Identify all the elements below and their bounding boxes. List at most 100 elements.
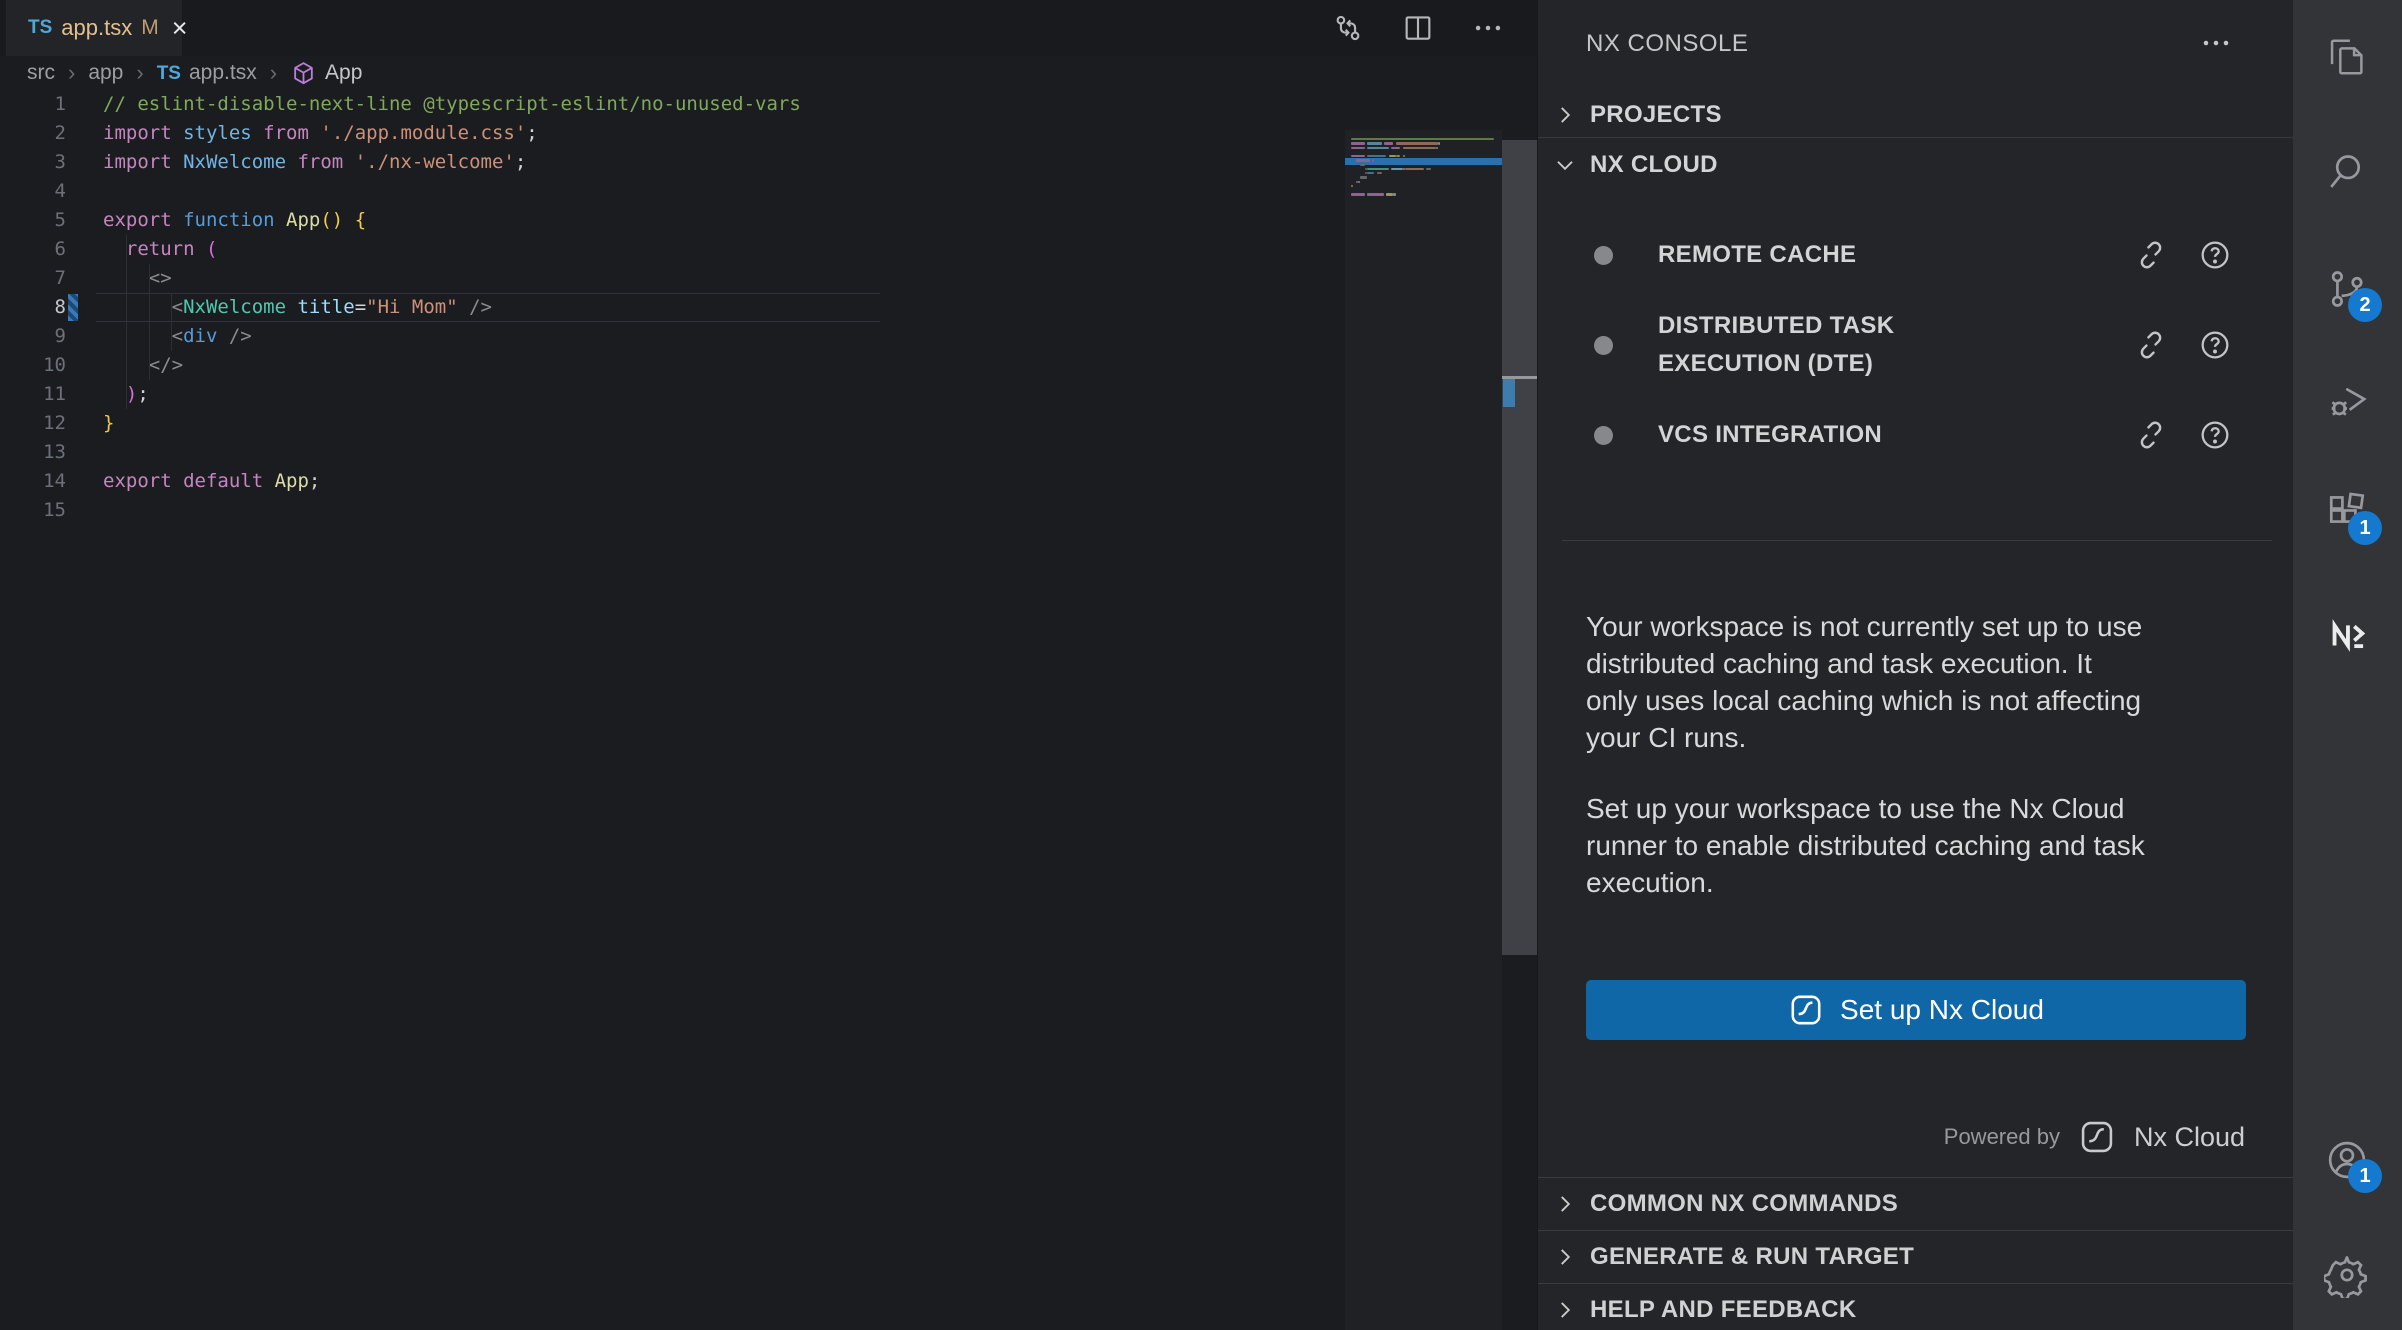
scrollbar-slider[interactable] bbox=[1502, 140, 1537, 955]
section-help-and-feedback[interactable]: HELP AND FEEDBACK bbox=[1538, 1283, 2294, 1330]
minimap-code-segment bbox=[1351, 147, 1365, 149]
minimap-code-segment bbox=[1384, 142, 1393, 144]
open-changes-icon[interactable] bbox=[1329, 9, 1367, 47]
tab-app-tsx[interactable]: TS app.tsx M × bbox=[6, 0, 182, 56]
minimap-code-segment bbox=[1360, 176, 1367, 178]
line-number: 5 bbox=[0, 206, 66, 235]
code-line-1: 1// eslint-disable-next-line @typescript… bbox=[0, 90, 1345, 119]
section-label: COMMON NX COMMANDS bbox=[1590, 1190, 1898, 1218]
more-actions-icon[interactable] bbox=[1469, 9, 1507, 47]
connect-icon[interactable] bbox=[2134, 328, 2168, 362]
minimap-code-segment bbox=[1391, 147, 1400, 149]
setup-button-label: Set up Nx Cloud bbox=[1840, 994, 2044, 1026]
minimap-code-segment bbox=[1403, 147, 1436, 149]
breadcrumb-item-src[interactable]: src bbox=[27, 61, 55, 85]
section-label: PROJECTS bbox=[1590, 101, 1722, 129]
line-number: 11 bbox=[0, 380, 66, 409]
chevron-right-icon bbox=[1552, 1244, 1578, 1270]
overview-modified-marker bbox=[1503, 379, 1515, 407]
connect-icon[interactable] bbox=[2134, 238, 2168, 272]
nx-cloud-feature-row: VCS INTEGRATION bbox=[1538, 390, 2294, 480]
feature-label: VCS INTEGRATION bbox=[1658, 416, 1882, 454]
feature-actions bbox=[2134, 418, 2232, 452]
split-editor-icon[interactable] bbox=[1399, 9, 1437, 47]
section-label: HELP AND FEEDBACK bbox=[1590, 1296, 1856, 1324]
settings-gear-icon[interactable] bbox=[2324, 1252, 2370, 1298]
breadcrumb-label: app bbox=[88, 61, 123, 85]
help-icon[interactable] bbox=[2198, 328, 2232, 362]
source-control-icon[interactable]: 2 bbox=[2324, 266, 2370, 312]
minimap-code-segment bbox=[1358, 181, 1360, 183]
minimap-code-segment bbox=[1405, 168, 1424, 170]
account-icon[interactable]: 1 bbox=[2324, 1137, 2370, 1183]
breadcrumb-item-app[interactable]: App bbox=[290, 60, 362, 87]
minimap[interactable] bbox=[1345, 130, 1502, 1330]
help-icon[interactable] bbox=[2198, 238, 2232, 272]
symbol-cube-icon bbox=[290, 60, 317, 87]
search-icon[interactable] bbox=[2324, 149, 2370, 195]
run-debug-icon[interactable] bbox=[2324, 377, 2370, 423]
section-nx-cloud[interactable]: NX CLOUD bbox=[1538, 140, 2294, 190]
status-dot-icon bbox=[1594, 336, 1613, 355]
section-label: GENERATE & RUN TARGET bbox=[1590, 1243, 1914, 1271]
more-actions-icon[interactable] bbox=[2196, 28, 2236, 58]
nx-console-panel: NX CONSOLE PROJECTS NX CLOUD REMOTE CACH… bbox=[1537, 0, 2293, 1330]
feature-label: REMOTE CACHE bbox=[1658, 236, 1856, 274]
line-number: 15 bbox=[0, 496, 66, 525]
code-line-14: 14export default App; bbox=[0, 467, 1345, 496]
minimap-code-segment bbox=[1396, 142, 1438, 144]
minimap-code-segment bbox=[1391, 168, 1403, 170]
files-icon[interactable] bbox=[2324, 34, 2370, 80]
line-number: 8 bbox=[0, 293, 66, 322]
minimap-code-segment bbox=[1356, 159, 1370, 161]
typescript-file-icon: TS bbox=[157, 61, 181, 85]
feature-actions bbox=[2134, 238, 2232, 272]
nx-cloud-feature-row: DISTRIBUTED TASK EXECUTION (DTE) bbox=[1538, 300, 2294, 390]
code-line-10: 10 </> bbox=[0, 351, 1345, 380]
close-tab-icon[interactable]: × bbox=[172, 15, 188, 42]
editor-tab-bar: TS app.tsx M × bbox=[0, 0, 1537, 56]
section-common-nx-commands[interactable]: COMMON NX COMMANDS bbox=[1538, 1177, 2294, 1230]
feature-label: DISTRIBUTED TASK EXECUTION (DTE) bbox=[1658, 307, 1968, 383]
code-line-3: 3import NxWelcome from './nx-welcome'; bbox=[0, 148, 1345, 177]
code-editor[interactable]: 1// eslint-disable-next-line @typescript… bbox=[0, 90, 1537, 1330]
setup-suggestion-text: Set up your workspace to use the Nx Clou… bbox=[1586, 790, 2250, 901]
breadcrumb-label: src bbox=[27, 61, 55, 85]
code-line-9: 9 <div /> bbox=[0, 322, 1345, 351]
minimap-code-segment bbox=[1367, 193, 1383, 195]
minimap-code-segment bbox=[1360, 164, 1365, 166]
workspace-status-text: Your workspace is not currently set up t… bbox=[1586, 608, 2250, 756]
editor-scrollbar[interactable] bbox=[1502, 130, 1537, 1330]
code-line-6: 6 return ( bbox=[0, 235, 1345, 264]
gutter-modified-marker bbox=[68, 294, 78, 321]
line-number: 2 bbox=[0, 119, 66, 148]
help-icon[interactable] bbox=[2198, 418, 2232, 452]
indent-guide bbox=[126, 235, 127, 409]
status-dot-icon bbox=[1594, 246, 1613, 265]
minimap-code-segment bbox=[1436, 147, 1438, 149]
nx-cloud-logo-icon bbox=[1788, 992, 1824, 1028]
breadcrumb-label: App bbox=[325, 61, 362, 85]
feature-actions bbox=[2134, 328, 2232, 362]
breadcrumb-item-app[interactable]: app bbox=[88, 61, 123, 85]
tab-title: app.tsx bbox=[61, 15, 132, 41]
editor-group: TS app.tsx M × src›app›TSapp.tsx›App 1//… bbox=[0, 0, 1537, 1330]
activity-bar: 2 1 1 bbox=[2293, 0, 2402, 1330]
minimap-code-segment bbox=[1367, 147, 1388, 149]
minimap-code-segment bbox=[1393, 193, 1395, 195]
code-line-8: 8 <NxWelcome title="Hi Mom" /> bbox=[0, 293, 1345, 322]
powered-by-brand[interactable]: Nx Cloud bbox=[2134, 1122, 2245, 1153]
nx-logo-icon[interactable] bbox=[2324, 612, 2370, 658]
nx-cloud-logo-icon bbox=[2078, 1118, 2116, 1156]
connect-icon[interactable] bbox=[2134, 418, 2168, 452]
breadcrumb-item-apptsx[interactable]: TSapp.tsx bbox=[157, 61, 257, 85]
section-projects[interactable]: PROJECTS bbox=[1538, 92, 2294, 138]
section-generate-run-target[interactable]: GENERATE & RUN TARGET bbox=[1538, 1230, 2294, 1283]
line-number: 6 bbox=[0, 235, 66, 264]
line-number: 9 bbox=[0, 322, 66, 351]
extensions-icon[interactable]: 1 bbox=[2324, 489, 2370, 535]
setup-nx-cloud-button[interactable]: Set up Nx Cloud bbox=[1586, 980, 2246, 1040]
line-number: 4 bbox=[0, 177, 66, 206]
minimap-code-segment bbox=[1438, 142, 1440, 144]
panel-bottom-sections: COMMON NX COMMANDS GENERATE & RUN TARGET H… bbox=[1538, 1177, 2294, 1330]
